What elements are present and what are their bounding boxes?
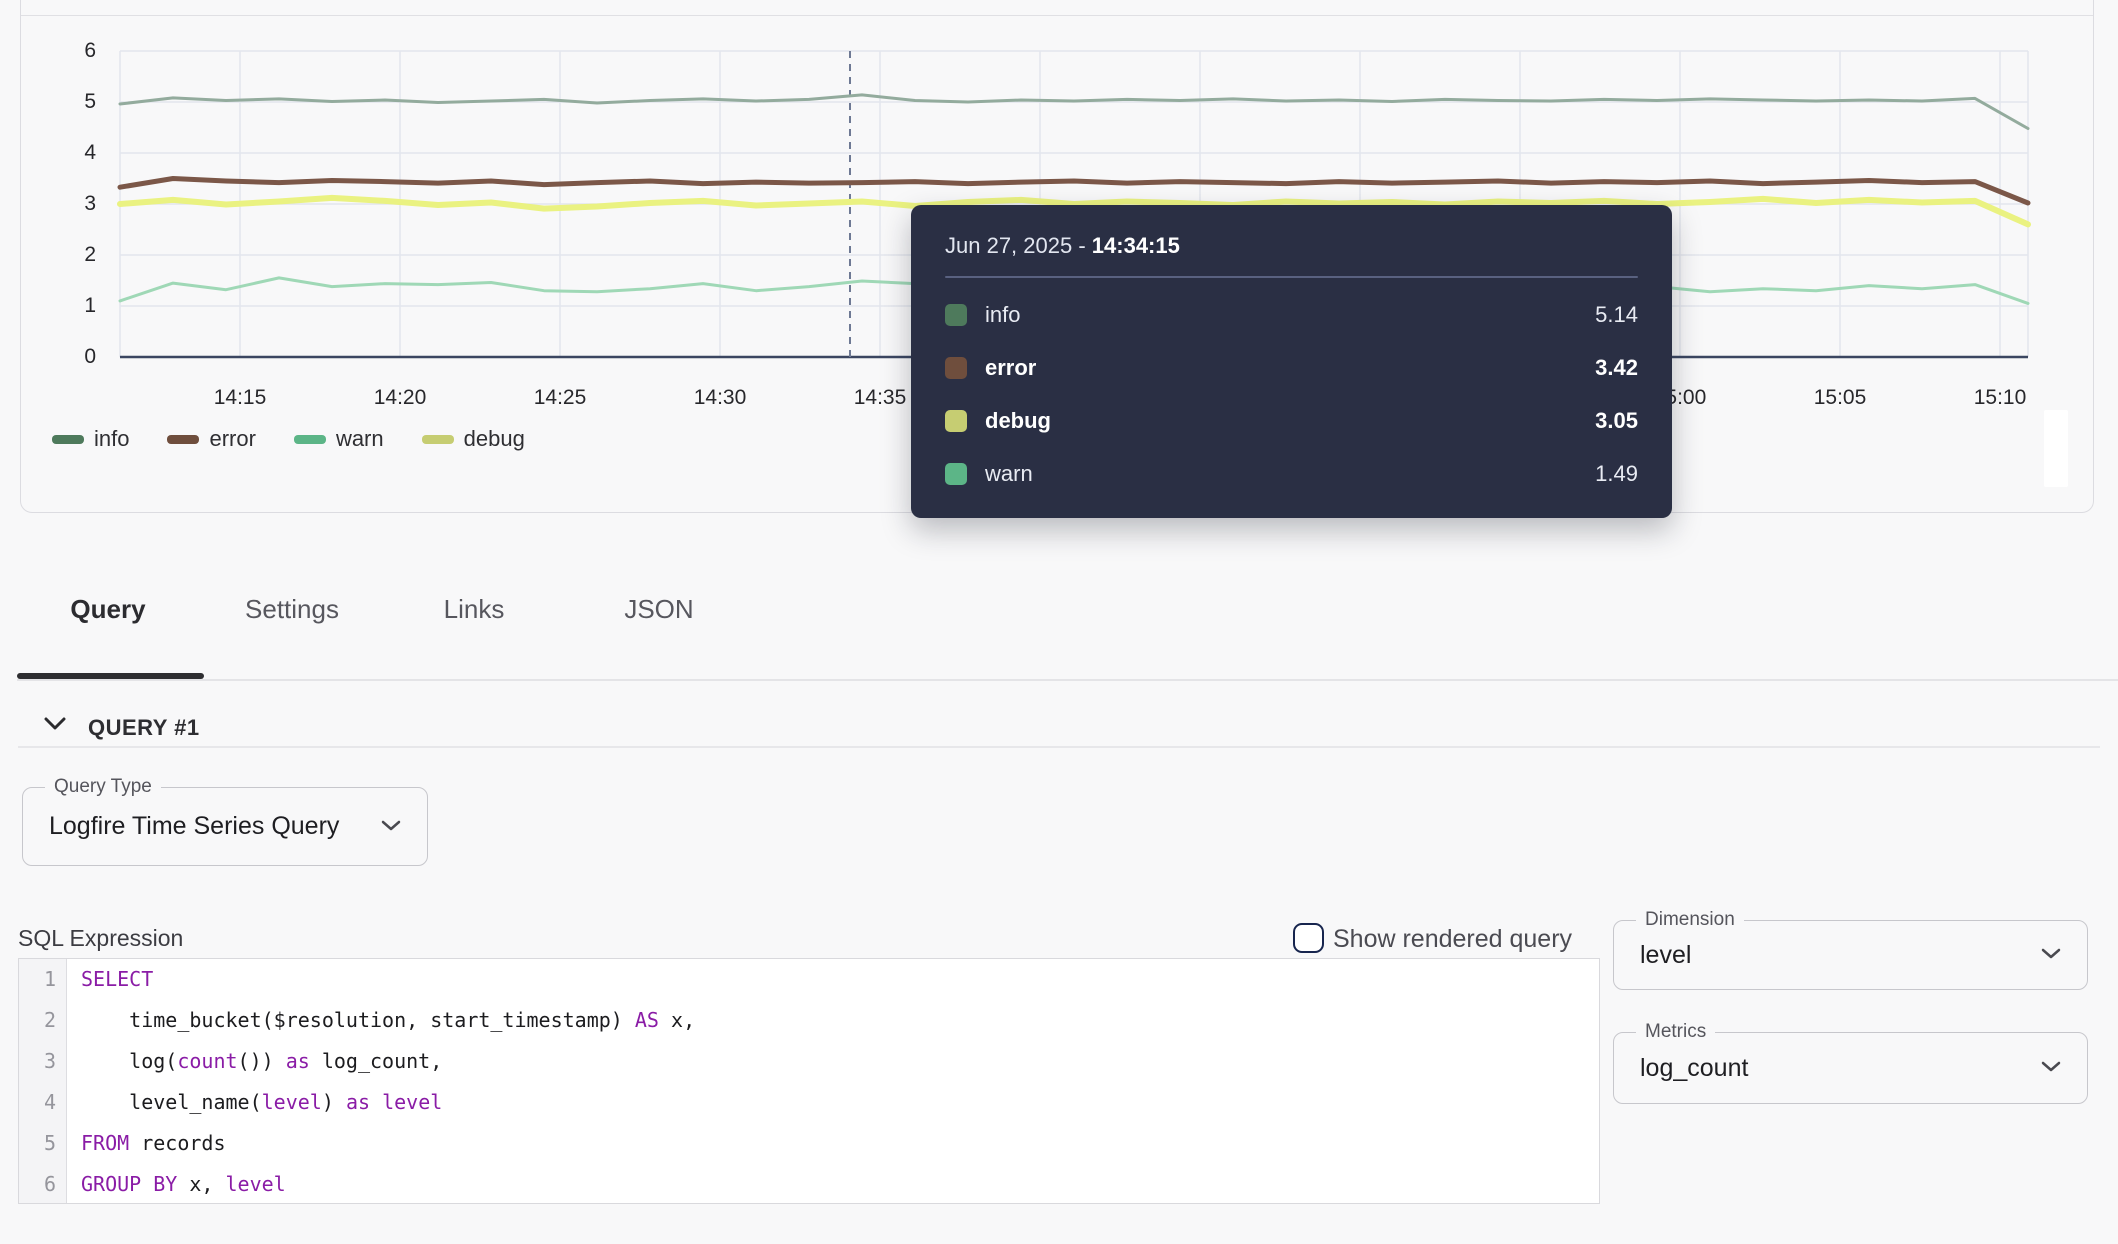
tooltip-series-value: 5.14 xyxy=(1595,302,1638,328)
line-number: 3 xyxy=(19,1041,56,1082)
tooltip-swatch-debug xyxy=(945,410,967,432)
legend-item-warn[interactable]: warn xyxy=(294,426,384,452)
legend-swatch-error xyxy=(167,435,199,444)
tooltip-series-value: 3.42 xyxy=(1595,355,1638,381)
code-line: level_name(level) as level xyxy=(81,1082,1599,1123)
code-line: time_bucket($resolution, start_timestamp… xyxy=(81,1000,1599,1041)
query-type-label: Query Type xyxy=(45,776,161,798)
legend-swatch-info xyxy=(52,435,84,444)
x-tick-label: 14:20 xyxy=(350,386,450,410)
legend-label: error xyxy=(209,426,255,452)
chart-tooltip: Jun 27, 2025 - 14:34:15 info 5.14 error 3.4… xyxy=(911,205,1672,518)
x-tick-label: 14:15 xyxy=(190,386,290,410)
line-number: 5 xyxy=(19,1123,56,1164)
legend-swatch-warn xyxy=(294,435,326,444)
y-tick-label: 2 xyxy=(46,243,96,267)
tooltip-row-warn: warn 1.49 xyxy=(945,447,1638,500)
tooltip-divider xyxy=(945,276,1638,278)
legend-item-debug[interactable]: debug xyxy=(422,426,525,452)
chart-legend: info error warn debug xyxy=(52,426,525,452)
line-number-gutter: 123456 xyxy=(19,959,67,1203)
x-tick-label: 15:05 xyxy=(1790,386,1890,410)
legend-label: warn xyxy=(336,426,384,452)
sql-editor[interactable]: 123456 SELECT time_bucket($resolution, s… xyxy=(18,958,1600,1204)
dimension-value: level xyxy=(1614,941,1691,970)
chevron-down-icon xyxy=(2041,946,2061,964)
tooltip-swatch-error xyxy=(945,357,967,379)
tab-bar: Query Settings Links JSON xyxy=(0,588,2118,648)
show-rendered-query-checkbox[interactable] xyxy=(1293,923,1324,953)
sql-code: SELECT time_bucket($resolution, start_ti… xyxy=(67,959,1599,1203)
x-tick-label: 15:10 xyxy=(1950,386,2050,410)
legend-swatch-debug xyxy=(422,435,454,444)
query-type-select[interactable]: Query Type Logfire Time Series Query xyxy=(22,787,428,866)
x-tick-label: 14:30 xyxy=(670,386,770,410)
tooltip-timestamp: Jun 27, 2025 - 14:34:15 xyxy=(945,233,1638,259)
dimension-label: Dimension xyxy=(1636,909,1744,931)
legend-item-error[interactable]: error xyxy=(167,426,255,452)
code-line: FROM records xyxy=(81,1123,1599,1164)
sql-expression-label: SQL Expression xyxy=(18,925,183,952)
line-number: 4 xyxy=(19,1082,56,1123)
show-rendered-query-label: Show rendered query xyxy=(1333,925,1572,953)
legend-item-info[interactable]: info xyxy=(52,426,129,452)
code-line: GROUP BY x, level xyxy=(81,1164,1599,1204)
query-section-divider xyxy=(18,746,2100,748)
chevron-down-icon xyxy=(2041,1059,2061,1077)
query-section-title: QUERY #1 xyxy=(88,714,200,742)
x-tick-label: 14:25 xyxy=(510,386,610,410)
tooltip-row-error: error 3.42 xyxy=(945,341,1638,394)
tooltip-series-name: info xyxy=(985,302,1020,328)
line-number: 2 xyxy=(19,1000,56,1041)
tooltip-swatch-warn xyxy=(945,463,967,485)
line-number: 1 xyxy=(19,959,56,1000)
chevron-down-icon xyxy=(381,818,401,836)
y-tick-label: 4 xyxy=(46,141,96,165)
tooltip-series-value: 3.05 xyxy=(1595,408,1638,434)
tab-links[interactable]: Links xyxy=(444,588,505,630)
query-type-value: Logfire Time Series Query xyxy=(23,812,339,841)
tooltip-swatch-info xyxy=(945,304,967,326)
card-header-divider xyxy=(21,15,2093,16)
y-tick-label: 0 xyxy=(46,345,96,369)
legend-label: debug xyxy=(464,426,525,452)
y-tick-label: 3 xyxy=(46,192,96,216)
tooltip-series-name: warn xyxy=(985,461,1033,487)
code-line: SELECT xyxy=(81,959,1599,1000)
code-line: log(count()) as log_count, xyxy=(81,1041,1599,1082)
legend-label: info xyxy=(94,426,129,452)
y-tick-label: 6 xyxy=(46,39,96,63)
tab-json[interactable]: JSON xyxy=(624,588,693,630)
tooltip-series-value: 1.49 xyxy=(1595,461,1638,487)
tooltip-row-debug: debug 3.05 xyxy=(945,394,1638,447)
tooltip-row-info: info 5.14 xyxy=(945,288,1638,341)
scrollbar-thumb[interactable] xyxy=(2044,410,2068,487)
tooltip-series-name: error xyxy=(985,355,1036,381)
y-tick-label: 5 xyxy=(46,90,96,114)
line-number: 6 xyxy=(19,1164,56,1204)
metrics-label: Metrics xyxy=(1636,1021,1715,1043)
collapse-chevron-icon[interactable] xyxy=(44,717,66,735)
tab-query[interactable]: Query xyxy=(70,588,145,630)
metrics-value: log_count xyxy=(1614,1054,1748,1083)
y-tick-label: 1 xyxy=(46,294,96,318)
tooltip-rows: info 5.14 error 3.42 debug 3.05 warn 1.49 xyxy=(945,288,1638,500)
tooltip-series-name: debug xyxy=(985,408,1051,434)
dimension-select[interactable]: Dimension level xyxy=(1613,920,2088,990)
metrics-select[interactable]: Metrics log_count xyxy=(1613,1032,2088,1104)
tab-bar-divider xyxy=(17,679,2118,681)
tab-settings[interactable]: Settings xyxy=(245,588,339,630)
